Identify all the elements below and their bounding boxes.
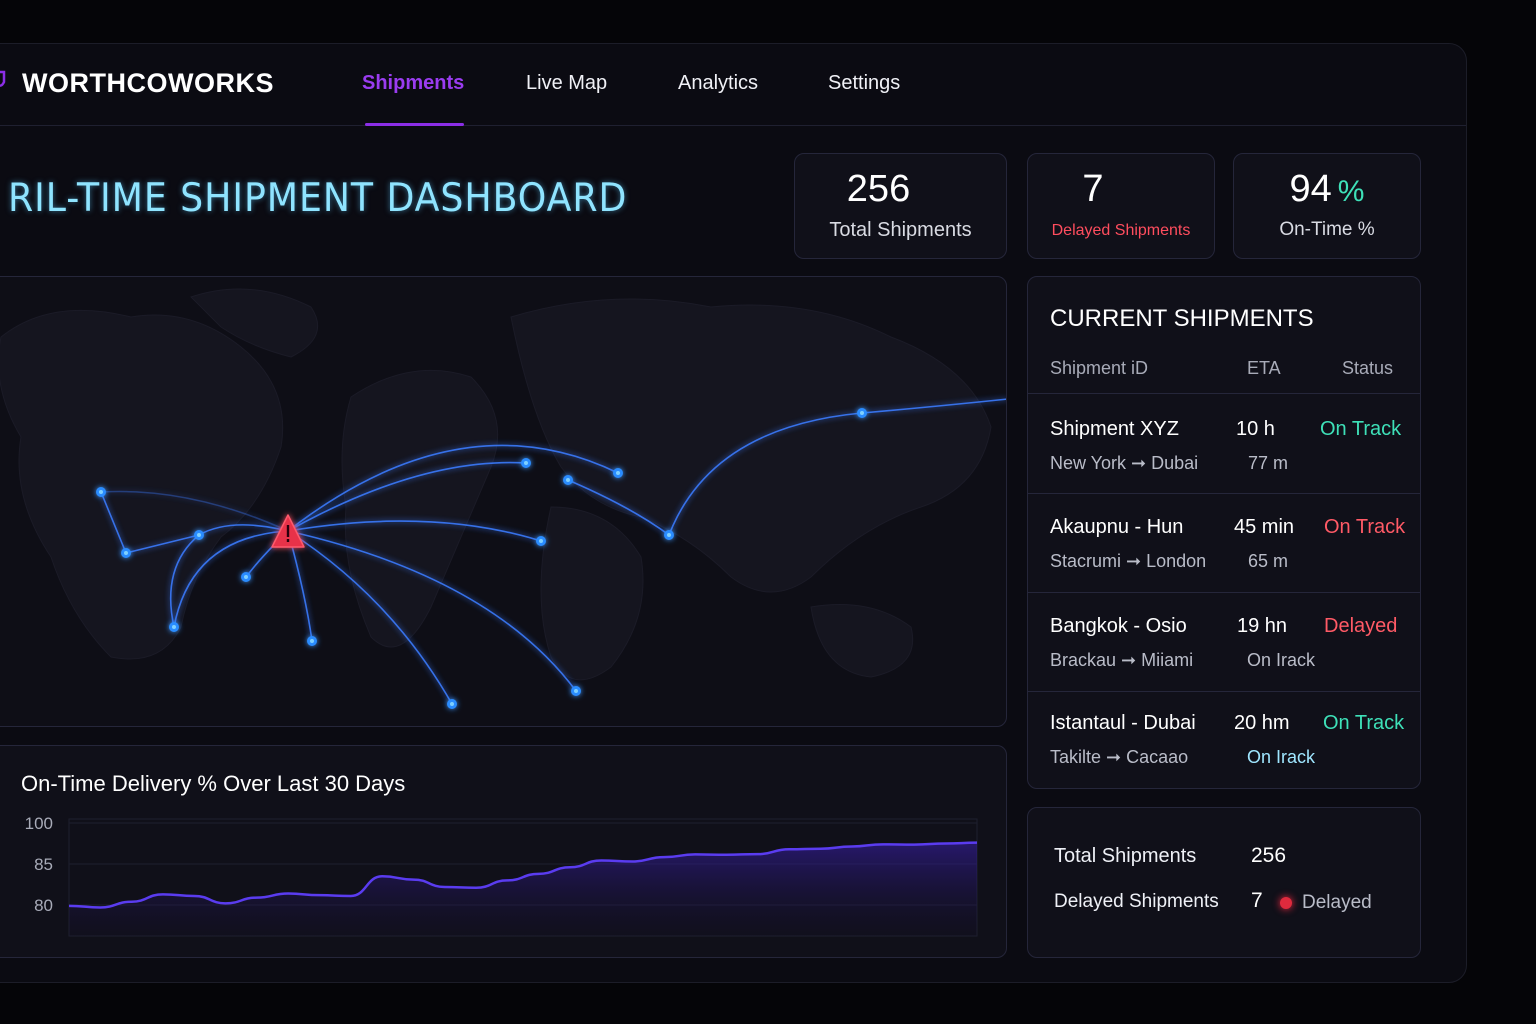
data-point[interactable] [502, 875, 512, 885]
data-point[interactable] [346, 891, 356, 901]
summary-total-label: Total Shipments [1054, 845, 1197, 867]
data-point[interactable] [408, 875, 418, 885]
y-tick-label: 80 [34, 896, 53, 915]
delayed-status-badge: Delayed [1280, 892, 1372, 914]
y-tick-label: 85 [34, 855, 53, 874]
data-point[interactable] [972, 838, 982, 848]
shipment-row[interactable]: Akaupnu - Hun Stacrumi ➞ London 45 min 6… [1028, 493, 1420, 592]
column-header-eta[interactable]: ETA [1247, 358, 1281, 379]
shipment-row[interactable]: Istantaul - Dubai Takilte ➞ Cacaao 20 hm… [1028, 691, 1420, 788]
shipment-status: On Track [1320, 418, 1402, 440]
data-point[interactable] [909, 840, 919, 850]
column-header-id[interactable]: Shipment iD [1050, 358, 1148, 379]
column-header-status[interactable]: Status [1342, 358, 1393, 379]
data-point[interactable] [815, 844, 825, 854]
warning-triangle-icon[interactable] [271, 514, 305, 548]
stat-ontime-unit: % [1337, 175, 1365, 208]
data-point[interactable] [847, 842, 857, 852]
delayed-badge-label: Delayed [1302, 892, 1372, 913]
nav-settings[interactable]: Settings [828, 72, 900, 95]
stat-card-total[interactable]: 256 Total Shipments [794, 153, 1007, 259]
nav-analytics[interactable]: Analytics [678, 72, 758, 95]
current-shipments-title: CURRENT SHIPMENTS [1050, 305, 1314, 332]
shipment-row[interactable]: Bangkok - Osio Brackau ➞ Miiami 19 hn On… [1028, 592, 1420, 691]
shipment-name: Bangkok - Osio [1050, 615, 1187, 637]
shipment-eta: 20 hm [1234, 712, 1290, 734]
data-point[interactable] [377, 871, 387, 881]
shipment-route: Takilte ➞ Cacaao [1050, 747, 1189, 767]
stat-ontime-value: 94 [1289, 168, 1332, 210]
summary-delayed-value: 7 [1251, 889, 1263, 912]
data-point[interactable] [158, 889, 168, 899]
stat-card-ontime[interactable]: 94% On-Time % [1233, 153, 1421, 259]
summary-panel: Total Shipments 256 Delayed Shipments 7 … [1027, 807, 1421, 958]
data-point[interactable] [534, 869, 544, 879]
stat-total-value: 256 [846, 168, 911, 210]
ontime-area-chart[interactable]: 100 85 80 [0, 746, 1008, 959]
shipment-row[interactable]: Shipment XYZ New York ➞ Dubai 10 h 77 m … [1028, 393, 1420, 492]
data-point[interactable] [628, 857, 638, 867]
current-shipments-panel: CURRENT SHIPMENTS Shipment iD ETA Status… [1027, 276, 1421, 789]
data-point[interactable] [941, 839, 951, 849]
data-point[interactable] [878, 839, 888, 849]
summary-delayed-label: Delayed Shipments [1054, 891, 1219, 912]
active-tab-indicator [365, 123, 464, 126]
stat-card-delayed[interactable]: 7 Delayed Shipments [1027, 153, 1215, 259]
shipment-status: Delayed [1324, 615, 1398, 637]
stat-ontime-value-group: 94% [1234, 168, 1420, 211]
shipment-route: New York ➞ Dubai [1050, 453, 1199, 473]
data-point[interactable] [722, 850, 732, 860]
shipment-eta: 10 h [1236, 418, 1275, 440]
y-tick-label: 100 [25, 814, 53, 833]
shipment-distance: 65 m [1248, 551, 1289, 571]
stat-total-label: Total Shipments [829, 219, 972, 241]
shipment-distance: 77 m [1248, 453, 1289, 473]
data-point[interactable] [283, 889, 293, 899]
summary-total-value: 256 [1251, 844, 1287, 867]
live-shipment-map[interactable] [0, 276, 1007, 727]
world-landmass [0, 288, 992, 681]
series-area [69, 842, 977, 936]
data-point[interactable] [471, 883, 481, 893]
data-point[interactable] [252, 893, 262, 903]
shipment-name: Akaupnu - Hun [1050, 516, 1184, 538]
ontime-chart-panel: On-Time Delivery % Over Last 30 Days 100… [0, 745, 1007, 958]
data-point[interactable] [596, 855, 606, 865]
shipment-status: On Track [1323, 712, 1405, 734]
data-point[interactable] [127, 897, 137, 907]
data-point[interactable] [440, 882, 450, 892]
data-point[interactable] [64, 901, 74, 911]
data-point[interactable] [784, 844, 794, 854]
logo-icon [0, 70, 6, 87]
data-point[interactable] [565, 862, 575, 872]
alert-dot-icon [1280, 897, 1292, 909]
data-point[interactable] [95, 902, 105, 912]
data-point[interactable] [753, 849, 763, 859]
stat-delayed-label: Delayed Shipments [1051, 222, 1191, 239]
shipment-distance: On Irack [1247, 650, 1316, 670]
shipment-eta: 45 min [1234, 516, 1295, 538]
shipment-status: On Track [1324, 516, 1406, 538]
stat-ontime-label: On-Time % [1279, 219, 1375, 240]
shipment-name: Istantaul - Dubai [1050, 712, 1196, 734]
nav-live-map[interactable]: Live Map [526, 72, 607, 95]
shipment-route: Stacrumi ➞ London [1050, 551, 1207, 571]
data-point[interactable] [221, 898, 231, 908]
stat-delayed-value: 7 [1082, 168, 1104, 210]
nav-shipments[interactable]: Shipments [362, 72, 464, 95]
data-point[interactable] [690, 849, 700, 859]
page-title: RIL-TIME SHIPMENT DASHBOARD [8, 176, 628, 221]
shipment-route: Brackau ➞ Miiami [1050, 650, 1194, 670]
shipment-distance: On Irack [1247, 747, 1316, 767]
data-point[interactable] [659, 852, 669, 862]
shipment-name: Shipment XYZ [1050, 418, 1179, 440]
shipment-eta: 19 hn [1237, 615, 1288, 637]
brand-name[interactable]: WORTHCOWORKS [22, 68, 274, 99]
data-point[interactable] [189, 891, 199, 901]
data-point[interactable] [314, 890, 324, 900]
